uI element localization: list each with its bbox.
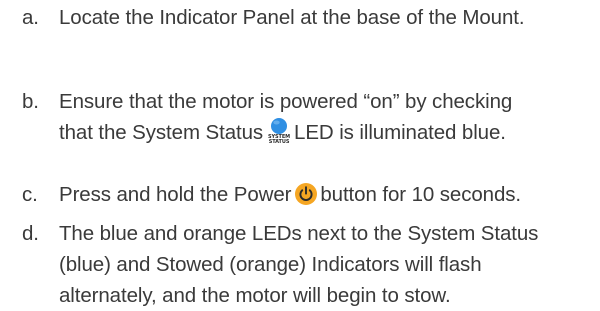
step-marker: c.	[22, 183, 38, 206]
power-button-icon	[294, 182, 318, 206]
step-text-part: Press and hold the Power	[59, 183, 292, 206]
system-status-led-icon: SYSTEM STATUS	[266, 117, 292, 145]
system-status-caption-2: STATUS	[268, 138, 290, 145]
step-marker: d.	[22, 222, 39, 245]
step-line-part: LED is illuminated blue.	[294, 121, 506, 144]
step-marker: a.	[22, 6, 39, 29]
step-text: Press and hold the Power button for 10 se…	[59, 179, 521, 210]
step-text-part: button for 10 seconds.	[320, 183, 522, 206]
step-line: Ensure that the motor is powered “on” by…	[59, 90, 513, 113]
step-marker: b.	[22, 90, 39, 113]
step-line: alternately, and the motor will begin to…	[59, 284, 451, 307]
step-text: Ensure that the motor is powered “on” by…	[59, 86, 512, 148]
step-line-part: that the System Status	[59, 121, 264, 144]
step-line: The blue and orange LEDs next to the Sys…	[59, 222, 539, 245]
step-line: (blue) and Stowed (orange) Indicators wi…	[59, 253, 482, 276]
step-text: Locate the Indicator Panel at the base o…	[59, 6, 525, 29]
step-text: The blue and orange LEDs next to the Sys…	[59, 218, 538, 311]
step-line: that the System Status SYSTEM STATUS LED is…	[59, 117, 512, 148]
